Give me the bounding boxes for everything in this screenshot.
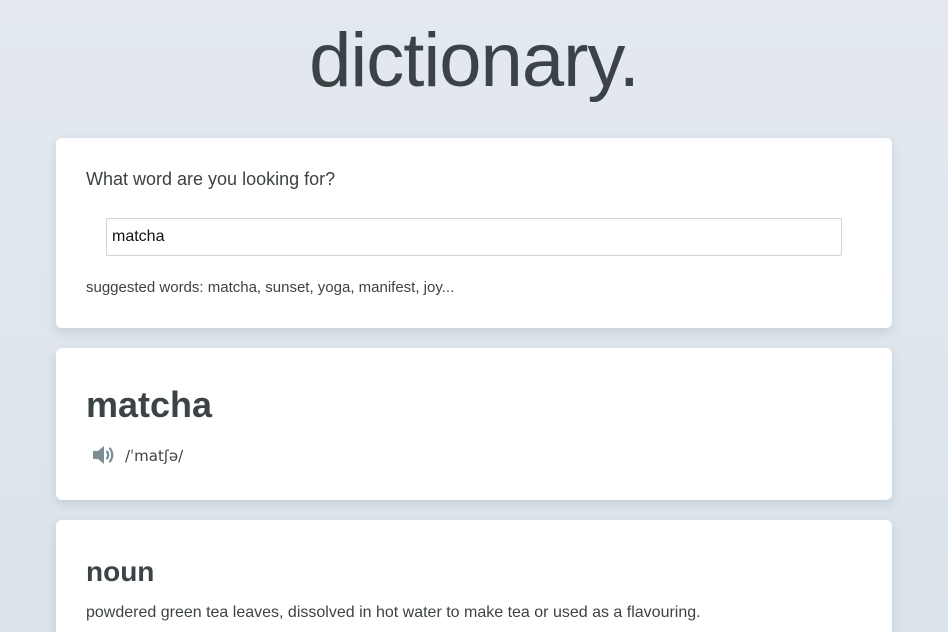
search-input[interactable] <box>106 218 842 256</box>
word-heading: matcha <box>86 384 213 425</box>
word-card: matcha /ˈmatʃə/ <box>56 348 892 500</box>
phonetic-text: /ˈmatʃə/ <box>125 447 184 465</box>
search-card: What word are you looking for? suggested… <box>56 138 892 328</box>
suggested-words: suggested words: matcha, sunset, yoga, m… <box>86 279 455 296</box>
speaker-icon[interactable] <box>90 443 118 467</box>
part-of-speech: noun <box>86 556 155 587</box>
meaning-card: noun powdered green tea leaves, dissolve… <box>56 520 892 632</box>
app-title: dictionary. <box>309 18 640 103</box>
definition-text: powdered green tea leaves, dissolved in … <box>86 604 701 621</box>
search-question: What word are you looking for? <box>86 169 336 189</box>
